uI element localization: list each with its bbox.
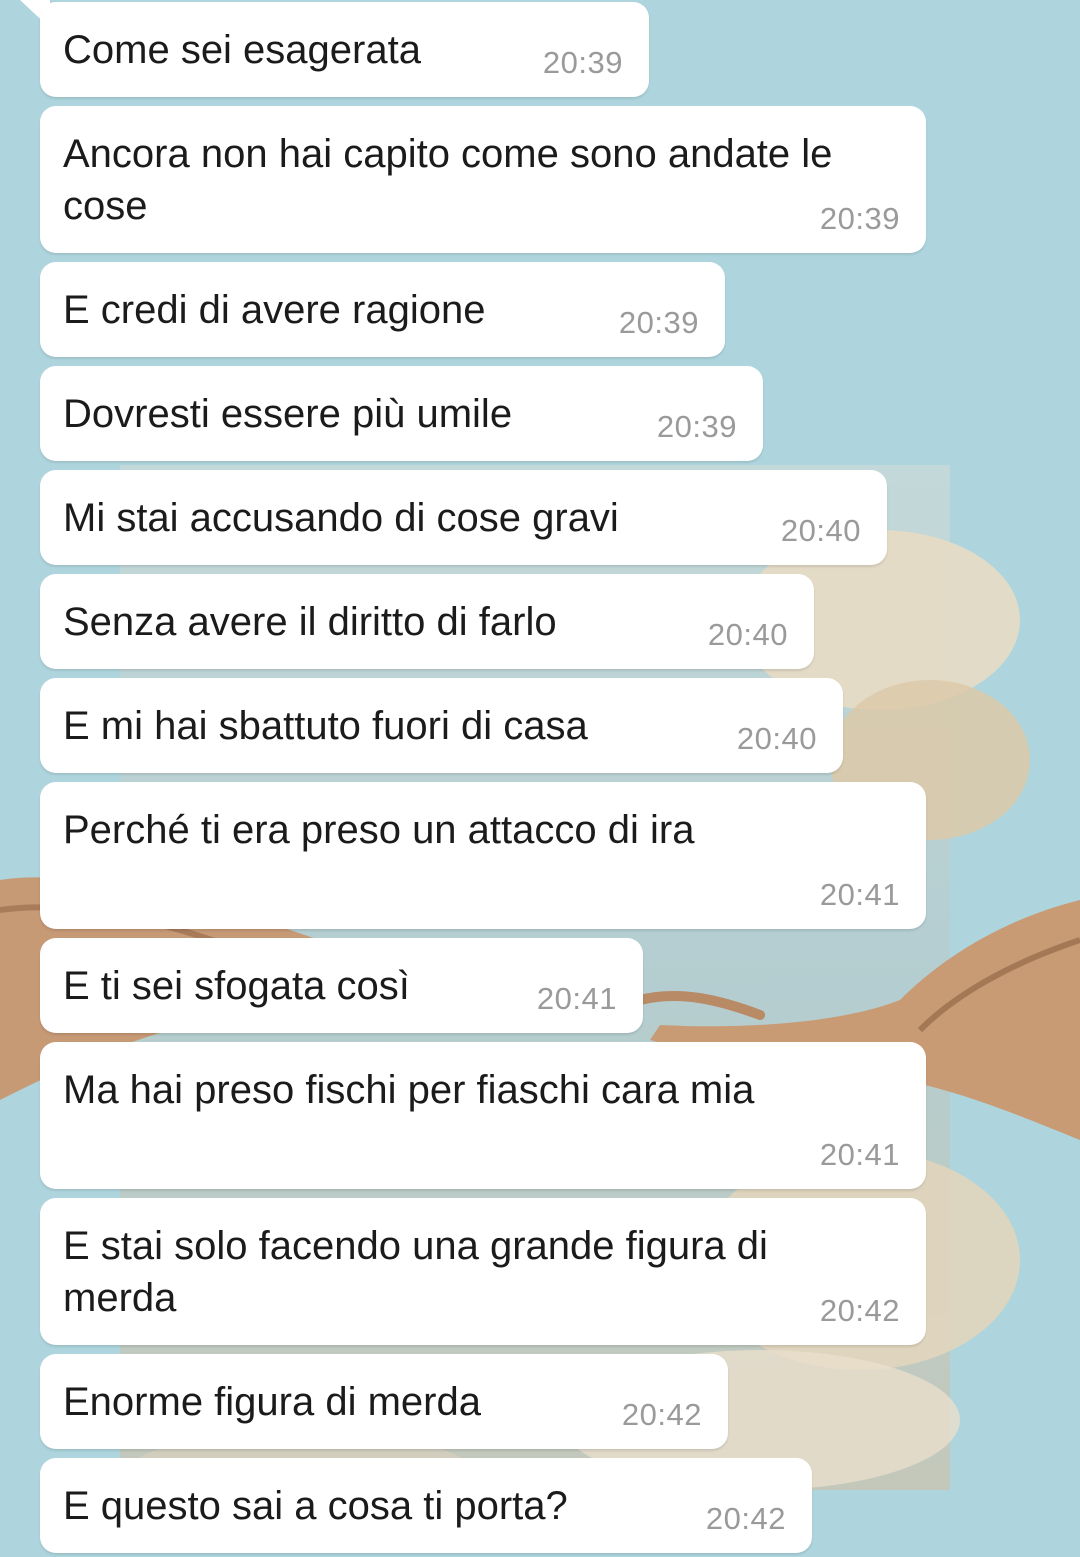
message-time: 20:39 <box>542 45 623 80</box>
message-bubble[interactable]: Mi stai accusando di cose gravi 20:40 <box>40 470 887 565</box>
message-text: Come sei esagerata <box>63 28 421 72</box>
message-text: E questo sai a cosa ti porta? <box>63 1484 568 1528</box>
message-time: 20:40 <box>707 617 788 652</box>
message-time: 20:39 <box>819 201 900 236</box>
message-bubble[interactable]: Perché ti era preso un attacco di ira 20… <box>40 782 926 929</box>
message-text: Ma hai preso fischi per fiaschi cara mia <box>63 1068 755 1112</box>
message-bubble[interactable]: Senza avere il diritto di farlo 20:40 <box>40 574 814 669</box>
message-bubble[interactable]: Ancora non hai capito come sono andate l… <box>40 106 926 253</box>
message-text: E stai solo facendo una grande figura di… <box>63 1224 768 1320</box>
message-time: 20:42 <box>621 1397 702 1432</box>
message-time: 20:42 <box>819 1293 900 1328</box>
message-text: Dovresti essere più umile <box>63 392 513 436</box>
message-text: Enorme figura di merda <box>63 1380 481 1424</box>
message-bubble[interactable]: E credi di avere ragione 20:39 <box>40 262 725 357</box>
message-time: 20:39 <box>656 409 737 444</box>
message-bubble[interactable]: Enorme figura di merda 20:42 <box>40 1354 728 1449</box>
message-bubble[interactable]: Ma hai preso fischi per fiaschi cara mia… <box>40 1042 926 1189</box>
message-time: 20:41 <box>819 877 900 912</box>
message-bubble[interactable]: E ti sei sfogata così 20:41 <box>40 938 643 1033</box>
message-bubble[interactable]: E stai solo facendo una grande figura di… <box>40 1198 926 1345</box>
message-text: E ti sei sfogata così <box>63 964 410 1008</box>
message-bubble[interactable]: Come sei esagerata 20:39 <box>40 2 649 97</box>
message-bubble[interactable]: Dovresti essere più umile 20:39 <box>40 366 763 461</box>
message-bubble[interactable]: E questo sai a cosa ti porta? 20:42 <box>40 1458 812 1553</box>
message-time: 20:40 <box>736 721 817 756</box>
message-time: 20:39 <box>618 305 699 340</box>
message-text: Mi stai accusando di cose gravi <box>63 496 619 540</box>
message-time: 20:42 <box>705 1501 786 1536</box>
message-text: Perché ti era preso un attacco di ira <box>63 808 695 852</box>
message-text: E mi hai sbattuto fuori di casa <box>63 704 588 748</box>
message-bubble[interactable]: E mi hai sbattuto fuori di casa 20:40 <box>40 678 843 773</box>
message-text: Senza avere il diritto di farlo <box>63 600 557 644</box>
message-time: 20:41 <box>536 981 617 1016</box>
message-time: 20:40 <box>780 513 861 548</box>
message-text: E credi di avere ragione <box>63 288 486 332</box>
message-time: 20:41 <box>819 1137 900 1172</box>
message-text: Ancora non hai capito come sono andate l… <box>63 132 833 228</box>
